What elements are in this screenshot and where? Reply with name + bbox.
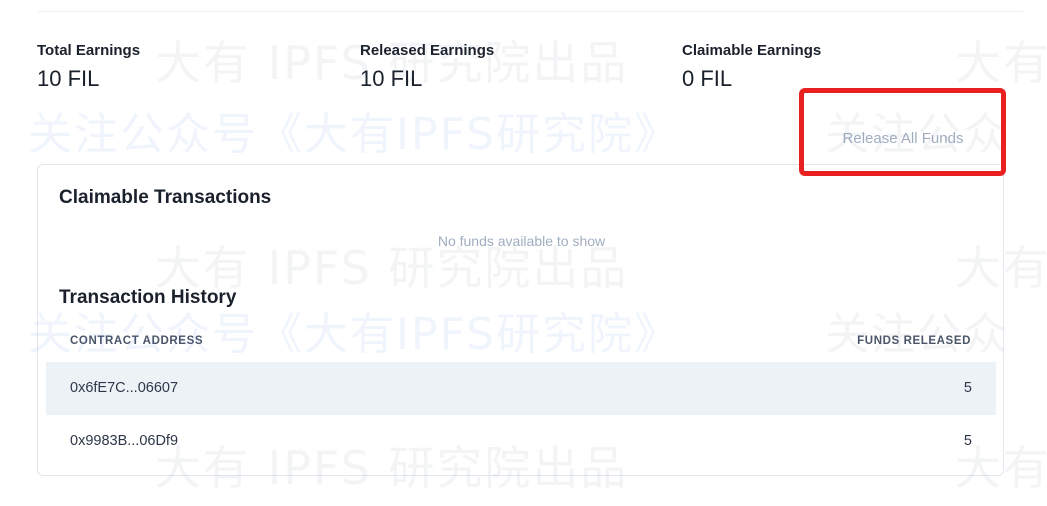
table-row: 0x9983B...06Df9 5 (46, 415, 996, 468)
funds-released-cell: 5 (963, 380, 972, 396)
table-row: 0x6fE7C...06607 5 (46, 362, 996, 415)
stat-claimable-earnings: Claimable Earnings 0 FIL (682, 42, 821, 92)
contract-address-cell: 0x9983B...06Df9 (70, 433, 179, 449)
earnings-summary: Total Earnings 10 FIL Released Earnings … (37, 42, 1017, 98)
column-header-funds-released: FUNDS RELEASED (857, 335, 971, 347)
transaction-history-title: Transaction History (59, 287, 237, 308)
funds-released-cell: 5 (963, 433, 972, 449)
stat-label: Released Earnings (360, 42, 495, 59)
transactions-card: Claimable Transactions No funds availabl… (37, 164, 1004, 476)
stat-label: Claimable Earnings (682, 42, 822, 59)
stat-value: 0 FIL (682, 66, 733, 91)
top-divider (38, 11, 1023, 12)
claimable-transactions-title: Claimable Transactions (59, 187, 272, 208)
stat-value: 10 FIL (37, 66, 100, 91)
release-all-funds-button[interactable]: Release All Funds (828, 125, 978, 151)
empty-state-message: No funds available to show (437, 233, 606, 249)
stat-total-earnings: Total Earnings 10 FIL (37, 42, 140, 92)
table-header: CONTRACT ADDRESS FUNDS RELEASED (70, 335, 971, 351)
stat-released-earnings: Released Earnings 10 FIL (360, 42, 494, 92)
stat-value: 10 FIL (360, 66, 423, 91)
column-header-contract-address: CONTRACT ADDRESS (70, 335, 204, 347)
earnings-page: Total Earnings 10 FIL Released Earnings … (0, 0, 1047, 506)
contract-address-cell: 0x6fE7C...06607 (70, 380, 179, 396)
watermark-text: 关注公众号《大有IPFS研究院》 (28, 109, 680, 160)
stat-label: Total Earnings (37, 42, 141, 59)
